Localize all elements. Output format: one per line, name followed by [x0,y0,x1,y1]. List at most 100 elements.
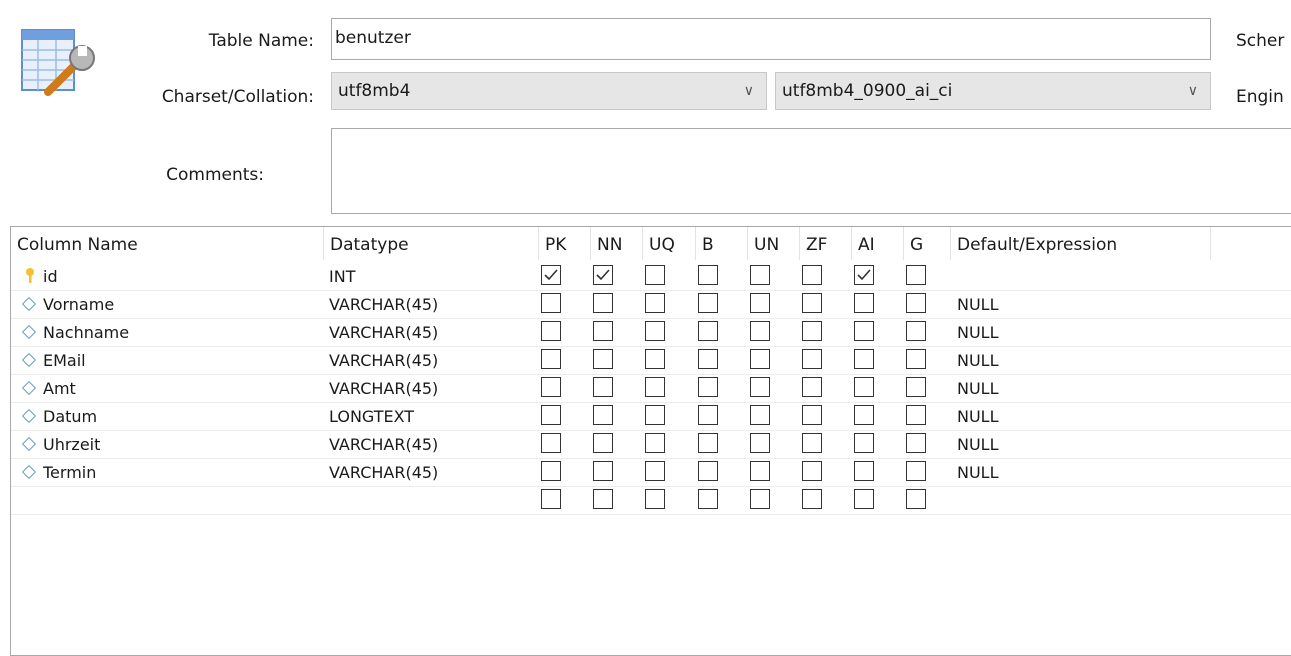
nn-checkbox[interactable] [593,489,613,509]
table-row[interactable]: Vorname VARCHAR(45) NULL [11,291,1291,319]
zf-checkbox[interactable] [802,461,822,481]
table-row-new[interactable] [11,487,1291,515]
un-checkbox[interactable] [750,489,770,509]
nn-checkbox[interactable] [593,293,613,313]
column-header-ai[interactable]: AI [852,227,904,260]
nn-checkbox[interactable] [593,461,613,481]
pk-checkbox[interactable] [541,433,561,453]
nn-checkbox[interactable] [593,377,613,397]
b-checkbox[interactable] [698,265,718,285]
pk-checkbox[interactable] [541,461,561,481]
b-checkbox[interactable] [698,405,718,425]
datatype-cell[interactable]: VARCHAR(45) [329,347,438,375]
g-checkbox[interactable] [906,377,926,397]
default-expression-cell[interactable]: NULL [957,291,999,319]
b-checkbox[interactable] [698,349,718,369]
table-row[interactable]: id INT [11,263,1291,291]
default-expression-cell[interactable]: NULL [957,459,999,487]
zf-checkbox[interactable] [802,293,822,313]
charset-select[interactable]: utf8mb4 ∨ [331,72,767,110]
column-header-uq[interactable]: UQ [643,227,696,260]
default-expression-cell[interactable]: NULL [957,375,999,403]
datatype-cell[interactable]: LONGTEXT [329,403,414,431]
comments-textarea[interactable] [331,128,1291,214]
pk-checkbox[interactable] [541,405,561,425]
zf-checkbox[interactable] [802,377,822,397]
collation-select[interactable]: utf8mb4_0900_ai_ci ∨ [775,72,1211,110]
un-checkbox[interactable] [750,461,770,481]
table-row[interactable]: Amt VARCHAR(45) NULL [11,375,1291,403]
datatype-cell[interactable]: VARCHAR(45) [329,319,438,347]
un-checkbox[interactable] [750,433,770,453]
nn-checkbox[interactable] [593,433,613,453]
column-header-g[interactable]: G [904,227,951,260]
b-checkbox[interactable] [698,489,718,509]
b-checkbox[interactable] [698,293,718,313]
datatype-cell[interactable]: INT [329,263,355,291]
g-checkbox[interactable] [906,433,926,453]
ai-checkbox[interactable] [854,265,874,285]
uq-checkbox[interactable] [645,377,665,397]
default-expression-cell[interactable]: NULL [957,347,999,375]
ai-checkbox[interactable] [854,461,874,481]
g-checkbox[interactable] [906,349,926,369]
ai-checkbox[interactable] [854,321,874,341]
g-checkbox[interactable] [906,489,926,509]
ai-checkbox[interactable] [854,349,874,369]
default-expression-cell[interactable]: NULL [957,319,999,347]
zf-checkbox[interactable] [802,349,822,369]
zf-checkbox[interactable] [802,433,822,453]
column-header-un[interactable]: UN [748,227,800,260]
pk-checkbox[interactable] [541,349,561,369]
g-checkbox[interactable] [906,321,926,341]
datatype-cell[interactable]: VARCHAR(45) [329,375,438,403]
pk-checkbox[interactable] [541,321,561,341]
ai-checkbox[interactable] [854,405,874,425]
column-name-cell[interactable]: Amt [43,375,76,403]
g-checkbox[interactable] [906,293,926,313]
uq-checkbox[interactable] [645,433,665,453]
table-row[interactable]: Nachname VARCHAR(45) NULL [11,319,1291,347]
table-row[interactable]: Datum LONGTEXT NULL [11,403,1291,431]
b-checkbox[interactable] [698,461,718,481]
g-checkbox[interactable] [906,461,926,481]
column-header-nn[interactable]: NN [591,227,643,260]
column-header-default-expression[interactable]: Default/Expression [951,227,1211,260]
un-checkbox[interactable] [750,377,770,397]
uq-checkbox[interactable] [645,321,665,341]
uq-checkbox[interactable] [645,265,665,285]
b-checkbox[interactable] [698,433,718,453]
table-row[interactable]: EMail VARCHAR(45) NULL [11,347,1291,375]
ai-checkbox[interactable] [854,377,874,397]
nn-checkbox[interactable] [593,321,613,341]
columns-grid[interactable]: Column Name Datatype PK NN UQ B UN ZF AI G Default… [10,226,1291,656]
column-header-pk[interactable]: PK [539,227,591,260]
zf-checkbox[interactable] [802,489,822,509]
column-name-cell[interactable]: EMail [43,347,86,375]
zf-checkbox[interactable] [802,265,822,285]
nn-checkbox[interactable] [593,265,613,285]
uq-checkbox[interactable] [645,489,665,509]
pk-checkbox[interactable] [541,293,561,313]
column-name-cell[interactable]: Vorname [43,291,114,319]
un-checkbox[interactable] [750,349,770,369]
g-checkbox[interactable] [906,405,926,425]
b-checkbox[interactable] [698,321,718,341]
un-checkbox[interactable] [750,321,770,341]
un-checkbox[interactable] [750,265,770,285]
datatype-cell[interactable]: VARCHAR(45) [329,431,438,459]
column-name-cell[interactable]: Nachname [43,319,129,347]
zf-checkbox[interactable] [802,405,822,425]
ai-checkbox[interactable] [854,489,874,509]
default-expression-cell[interactable]: NULL [957,431,999,459]
zf-checkbox[interactable] [802,321,822,341]
ai-checkbox[interactable] [854,293,874,313]
nn-checkbox[interactable] [593,349,613,369]
datatype-cell[interactable]: VARCHAR(45) [329,291,438,319]
uq-checkbox[interactable] [645,293,665,313]
column-name-cell[interactable]: Termin [43,459,96,487]
uq-checkbox[interactable] [645,405,665,425]
un-checkbox[interactable] [750,293,770,313]
table-name-input[interactable]: benutzer [331,18,1211,60]
pk-checkbox[interactable] [541,377,561,397]
